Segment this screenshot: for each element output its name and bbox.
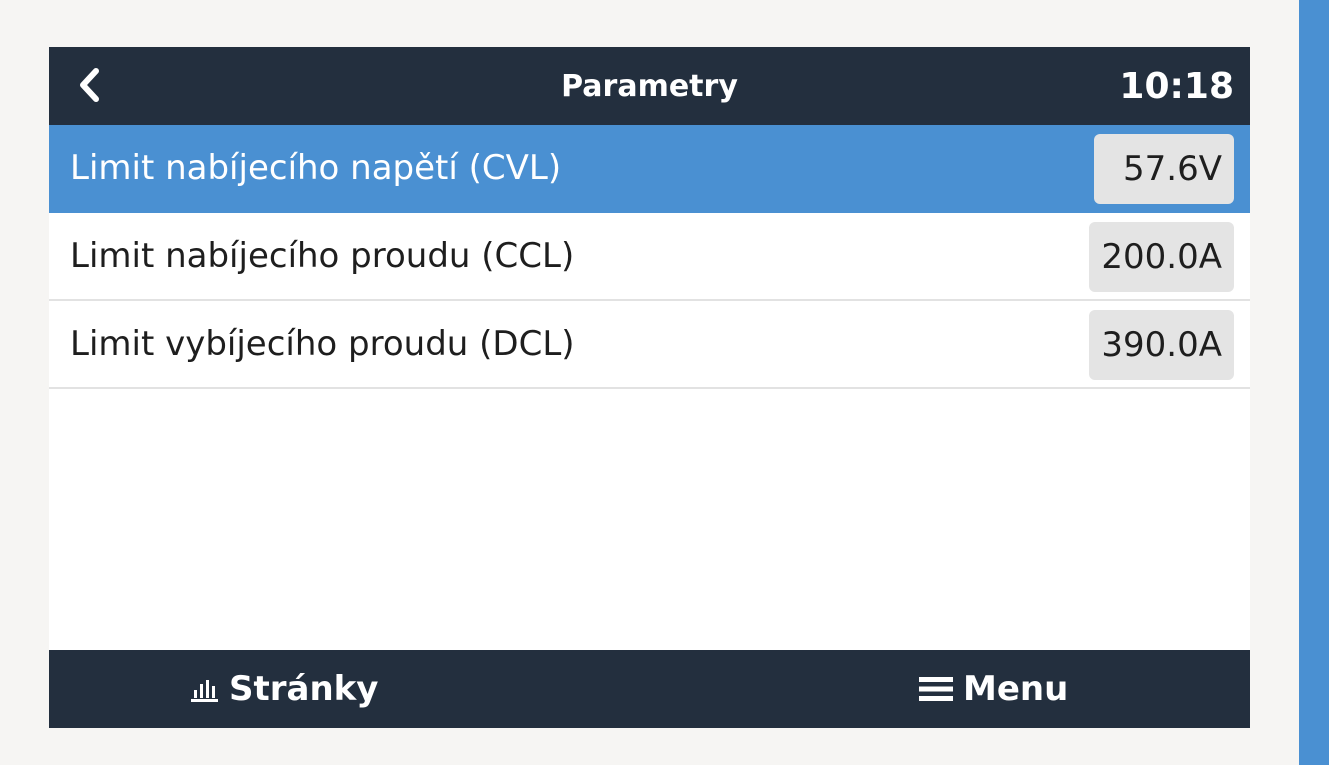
page-title: Parametry xyxy=(561,68,738,104)
row-ccl[interactable]: Limit nabíjecího proudu (CCL) 200.0A xyxy=(49,213,1250,301)
menu-label: Menu xyxy=(963,669,1069,709)
device-screen: Parametry 10:18 Limit nabíjecího napětí … xyxy=(49,47,1250,728)
top-bar: Parametry 10:18 xyxy=(49,47,1250,125)
row-label: Limit nabíjecího proudu (CCL) xyxy=(70,236,575,276)
clock: 10:18 xyxy=(1119,65,1234,107)
row-dcl[interactable]: Limit vybíjecího proudu (DCL) 390.0A xyxy=(49,301,1250,389)
pages-label: Stránky xyxy=(229,669,379,709)
row-value: 390.0A xyxy=(1089,310,1234,380)
row-cvl[interactable]: Limit nabíjecího napětí (CVL) 57.6V xyxy=(49,125,1250,213)
pages-button[interactable]: Stránky xyxy=(189,650,378,728)
row-label: Limit vybíjecího proudu (DCL) xyxy=(70,324,575,364)
bottom-bar: Stránky Menu xyxy=(49,650,1250,728)
parameter-list: Limit nabíjecího napětí (CVL) 57.6V Limi… xyxy=(49,125,1250,389)
side-accent-strip xyxy=(1299,0,1329,765)
row-value: 200.0A xyxy=(1089,222,1234,292)
row-label: Limit nabíjecího napětí (CVL) xyxy=(70,148,562,188)
menu-button[interactable]: Menu xyxy=(919,650,1068,728)
hamburger-icon xyxy=(919,675,953,703)
bar-chart-icon xyxy=(189,676,219,702)
row-value: 57.6V xyxy=(1094,134,1234,204)
